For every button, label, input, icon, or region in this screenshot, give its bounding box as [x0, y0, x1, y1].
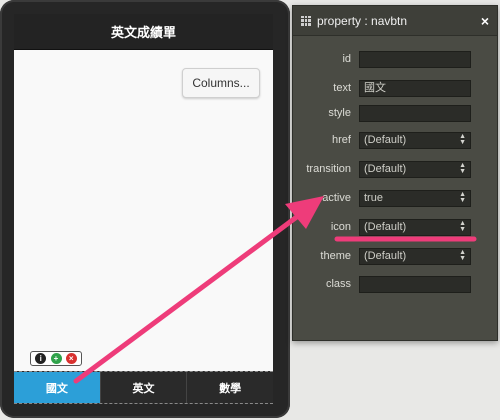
theme-select[interactable]: (Default) ▲ ▼ [359, 247, 471, 265]
chevron-updown-icon: ▲ ▼ [459, 133, 466, 146]
close-icon[interactable]: × [481, 13, 489, 29]
add-icon[interactable]: + [50, 353, 62, 364]
phone-frame: 英文成績單 Columns... 國文 英文 數學 i + × [0, 0, 290, 418]
prop-label: transition [306, 163, 351, 175]
select-value: (Default) [364, 134, 407, 146]
info-icon[interactable]: i [35, 353, 47, 364]
select-value: (Default) [364, 221, 407, 233]
delete-icon[interactable]: × [65, 353, 77, 364]
chevron-updown-icon: ▲ ▼ [459, 191, 466, 204]
id-field[interactable] [359, 50, 471, 68]
class-field[interactable] [359, 275, 471, 293]
select-value: (Default) [364, 163, 407, 175]
panel-header[interactable]: property : navbtn × [293, 6, 497, 36]
edit-badge: i + × [30, 351, 82, 366]
prop-label: style [328, 107, 351, 119]
transition-select[interactable]: (Default) ▲ ▼ [359, 160, 471, 178]
prop-row-active: active true ▲ ▼ [293, 188, 499, 208]
chevron-updown-icon: ▲ ▼ [459, 162, 466, 175]
text-field[interactable]: 國文 [359, 79, 471, 97]
select-value: (Default) [364, 250, 407, 262]
icon-select[interactable]: (Default) ▲ ▼ [359, 218, 471, 236]
prop-row-href: href (Default) ▲ ▼ [293, 130, 499, 150]
prop-label: active [322, 192, 351, 204]
style-field[interactable] [359, 104, 471, 122]
prop-label: theme [320, 250, 351, 262]
select-value: true [364, 192, 383, 204]
stage: 英文成績單 Columns... 國文 英文 數學 i + × property… [0, 0, 500, 420]
navbar-item-chinese[interactable]: 國文 [14, 372, 101, 403]
navbar: 國文 英文 數學 [14, 371, 273, 404]
navbar-item-math[interactable]: 數學 [187, 372, 273, 403]
app-title: 英文成績單 [110, 25, 176, 40]
prop-label: class [325, 278, 351, 290]
prop-row-text: text 國文 [293, 78, 499, 98]
app-header: 英文成績單 [14, 14, 273, 50]
prop-row-style: style [293, 103, 499, 123]
prop-label: icon [330, 221, 351, 233]
chevron-updown-icon: ▲ ▼ [459, 220, 466, 233]
prop-row-class: class [293, 274, 499, 294]
app-content: Columns... [14, 50, 273, 370]
prop-row-id: id [293, 49, 499, 69]
columns-button[interactable]: Columns... [182, 68, 260, 98]
href-select[interactable]: (Default) ▲ ▼ [359, 131, 471, 149]
navbar-item-english[interactable]: 英文 [101, 372, 188, 403]
phone-screen: 英文成績單 Columns... 國文 英文 數學 [14, 14, 273, 404]
property-panel: property : navbtn × id text 國文 style hre… [292, 5, 498, 341]
prop-row-icon: icon (Default) ▲ ▼ [293, 217, 499, 237]
panel-title: property : navbtn [317, 13, 408, 28]
prop-label: id [342, 53, 351, 65]
prop-label: text [333, 82, 351, 94]
grid-icon [301, 15, 311, 26]
prop-row-transition: transition (Default) ▲ ▼ [293, 159, 499, 179]
active-select[interactable]: true ▲ ▼ [359, 189, 471, 207]
chevron-updown-icon: ▲ ▼ [459, 249, 466, 262]
prop-label: href [332, 134, 351, 146]
prop-row-theme: theme (Default) ▲ ▼ [293, 246, 499, 266]
